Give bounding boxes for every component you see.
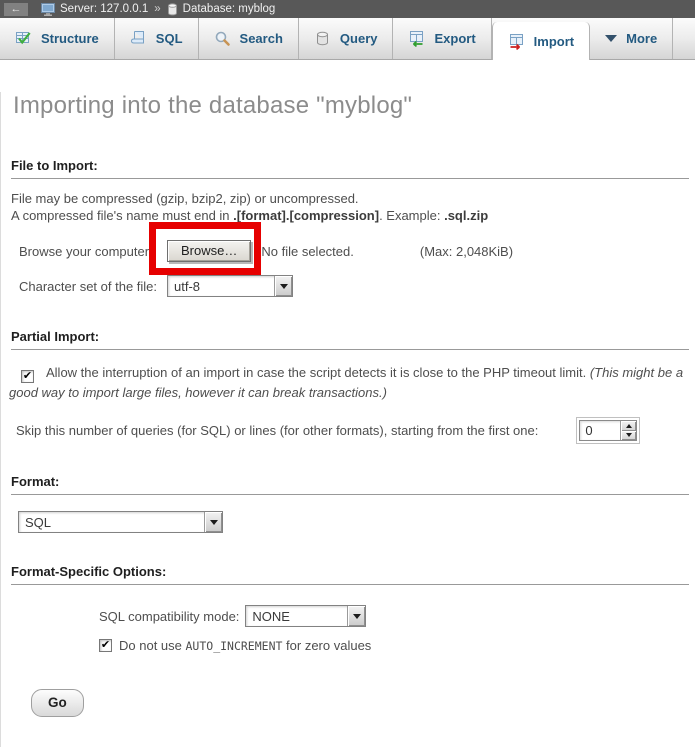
format-specific-options-heading: Format-Specific Options: (11, 564, 689, 585)
skip-queries-value: 0 (580, 421, 620, 440)
tab-query[interactable]: Query (299, 18, 394, 59)
format-row: SQL (18, 511, 695, 533)
breadcrumb-bar: ← Server: 127.0.0.1 » Database: myblog (0, 0, 695, 18)
sql-compatibility-select[interactable]: NONE (245, 605, 366, 627)
back-icon[interactable]: ← (4, 3, 28, 16)
auto-increment-checkbox[interactable]: ✔ (99, 639, 112, 652)
allow-interruption-label: Allow the interruption of an import in c… (46, 365, 590, 380)
browse-button[interactable]: Browse… (167, 240, 251, 262)
skip-queries-label: Skip this number of queries (for SQL) or… (16, 423, 538, 438)
database-icon (167, 3, 178, 16)
charset-row: Character set of the file: utf-8 (19, 275, 695, 297)
allow-interruption-checkbox[interactable]: ✔ (21, 370, 34, 383)
search-icon (214, 30, 231, 47)
breadcrumb-separator: » (153, 3, 161, 15)
file-status: No file selected. (261, 244, 354, 259)
skip-queries-row: Skip this number of queries (for SQL) or… (16, 417, 695, 444)
breadcrumb-server[interactable]: Server: 127.0.0.1 (60, 3, 148, 15)
max-size-label: (Max: 2,048KiB) (420, 244, 513, 259)
query-icon (314, 30, 331, 47)
format-heading: Format: (11, 474, 689, 495)
partial-import-heading: Partial Import: (11, 329, 689, 350)
tab-import[interactable]: Import (492, 22, 590, 60)
sql-compatibility-row: SQL compatibility mode: NONE (99, 605, 695, 627)
format-select[interactable]: SQL (18, 511, 223, 533)
file-import-hint: File may be compressed (gzip, bzip2, zip… (11, 190, 689, 224)
main-content: Importing into the database "myblog" Fil… (0, 92, 695, 747)
charset-select-value: utf-8 (168, 276, 274, 296)
format-select-value: SQL (19, 512, 204, 532)
chevron-down-icon (605, 35, 617, 42)
tab-bar: Structure SQL Search Query (0, 18, 695, 60)
auto-increment-label: Do not use AUTO_INCREMENT for zero value… (119, 638, 371, 653)
browse-label: Browse your computer: (19, 244, 167, 259)
allow-interruption-row: ✔ Allow the interruption of an import in … (9, 363, 687, 402)
sql-compatibility-label: SQL compatibility mode: (99, 609, 239, 624)
auto-increment-row: ✔ Do not use AUTO_INCREMENT for zero val… (99, 638, 695, 653)
tab-more[interactable]: More (590, 18, 673, 59)
skip-queries-stepper[interactable]: 0 (576, 417, 640, 444)
page-title: Importing into the database "myblog" (13, 92, 695, 120)
import-icon (508, 33, 525, 50)
chevron-down-icon (347, 606, 365, 626)
tab-sql[interactable]: SQL (115, 18, 199, 59)
charset-select[interactable]: utf-8 (167, 275, 293, 297)
structure-icon (15, 30, 32, 47)
server-icon (41, 3, 55, 16)
tab-search[interactable]: Search (199, 18, 299, 59)
tab-export[interactable]: Export (393, 18, 491, 59)
charset-label: Character set of the file: (19, 279, 167, 294)
go-button[interactable]: Go (31, 689, 84, 717)
file-to-import-heading: File to Import: (11, 158, 689, 179)
spinner-down-button[interactable] (621, 431, 636, 441)
tab-structure[interactable]: Structure (0, 18, 115, 59)
spinner-up-button[interactable] (621, 421, 636, 431)
export-icon (408, 30, 425, 47)
sql-icon (130, 30, 147, 47)
browse-row: Browse your computer: Browse… No file se… (19, 240, 695, 262)
chevron-down-icon (274, 276, 292, 296)
chevron-down-icon (204, 512, 222, 532)
sql-compatibility-value: NONE (246, 606, 347, 626)
breadcrumb-database[interactable]: Database: myblog (183, 3, 276, 15)
